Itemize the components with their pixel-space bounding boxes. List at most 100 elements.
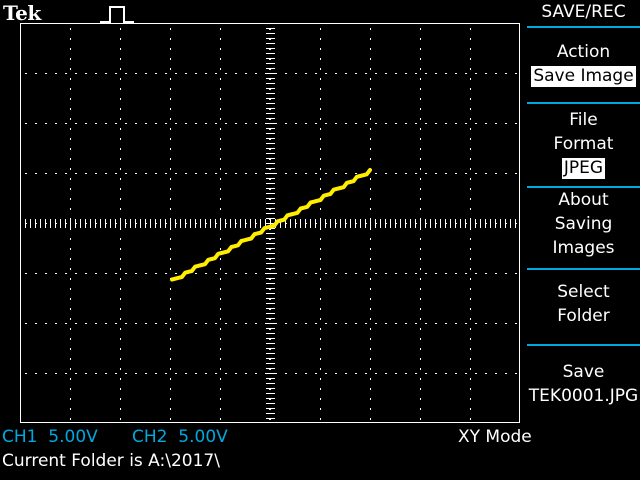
grid-dot [315,73,317,74]
grid-dot [220,228,221,230]
grid-dot [165,323,167,324]
grid-dot [370,38,371,40]
grid-dot [320,138,321,140]
grid-dot [266,413,275,414]
grid-dot [335,123,337,124]
grid-dot [420,268,421,270]
grid-dot [266,148,275,149]
grid-dot [465,173,467,174]
grid-dot [225,323,227,324]
grid-dot [120,318,121,320]
grid-dot [266,343,275,344]
menu-item-save[interactable]: Save TEK0001.JPG [527,360,640,408]
grid-dot [170,38,171,40]
grid-dot [220,188,221,190]
grid-dot [70,48,71,50]
grid-dot [370,238,371,240]
grid-dot [465,373,467,374]
grid-dot [320,108,321,110]
grid-dot [255,323,257,324]
grid-dot [245,73,247,74]
grid-dot [120,288,121,290]
menu-item-label: Format [553,134,614,154]
grid-dot [225,273,227,274]
grid-dot [460,219,461,228]
grid-dot [165,73,167,74]
grid-dot [266,83,275,84]
grid-dot [245,323,247,324]
grid-dot [155,219,156,228]
grid-dot [375,73,377,74]
grid-dot [120,368,121,370]
grid-dot [515,219,516,228]
grid-dot [55,373,57,374]
grid-dot [115,323,117,324]
grid-dot [100,219,101,228]
grid-dot [470,388,471,390]
grid-dot [266,43,275,44]
grid-dot [490,219,491,228]
grid-dot [325,373,327,374]
grid-dot [470,58,471,60]
brand-logo: Tek [3,1,41,25]
grid-dot [266,378,275,379]
grid-dot [35,219,36,228]
grid-dot [355,123,357,124]
grid-dot [60,219,61,228]
grid-dot [70,128,71,130]
grid-dot [85,323,87,324]
grid-dot [266,128,275,129]
grid-dot [220,138,221,140]
menu-item-label: Select [557,282,610,302]
grid-dot [135,123,137,124]
menu-item-action[interactable]: Action Save Image [527,40,640,88]
grid-dot [470,378,471,380]
grid-dot [90,219,91,228]
grid-dot [415,323,417,324]
grid-dot [266,338,275,339]
grid-dot [470,278,471,280]
grid-dot [370,248,371,250]
grid-dot [385,323,387,324]
grid-dot [70,398,71,400]
grid-dot [320,38,321,40]
grid-dot [435,373,437,374]
grid-dot [170,158,171,160]
grid-dot [120,138,121,140]
grid-dot [420,358,421,360]
grid-dot [370,118,371,120]
menu-item-about-saving-images[interactable]: About Saving Images [527,188,640,260]
grid-dot [375,373,377,374]
grid-dot [185,219,186,228]
grid-dot [470,158,471,160]
grid-dot [320,158,321,160]
grid-dot [70,138,71,140]
grid-dot [465,323,467,324]
grid-dot [115,123,117,124]
grid-dot [115,273,117,274]
grid-dot [120,148,121,150]
grid-dot [175,219,176,228]
grid-dot [470,108,471,110]
grid-dot [495,373,497,374]
grid-dot [470,78,471,80]
grid-dot [370,128,371,130]
grid-dot [266,258,275,259]
menu-item-file-format[interactable]: File Format JPEG [527,108,640,180]
grid-dot [225,123,227,124]
grid-dot [420,388,421,390]
grid-dot [170,418,171,420]
grid-dot [195,219,196,228]
grid-dot [170,348,171,350]
grid-dot [285,373,287,374]
grid-dot [455,219,456,228]
grid-dot [355,173,357,174]
grid-dot [470,28,471,30]
grid-dot [420,298,421,300]
grid-dot [335,173,337,174]
menu-item-select-folder[interactable]: Select Folder [527,280,640,328]
grid-dot [295,73,297,74]
grid-dot [425,173,427,174]
grid-dot [266,103,275,104]
grid-dot [395,273,397,274]
